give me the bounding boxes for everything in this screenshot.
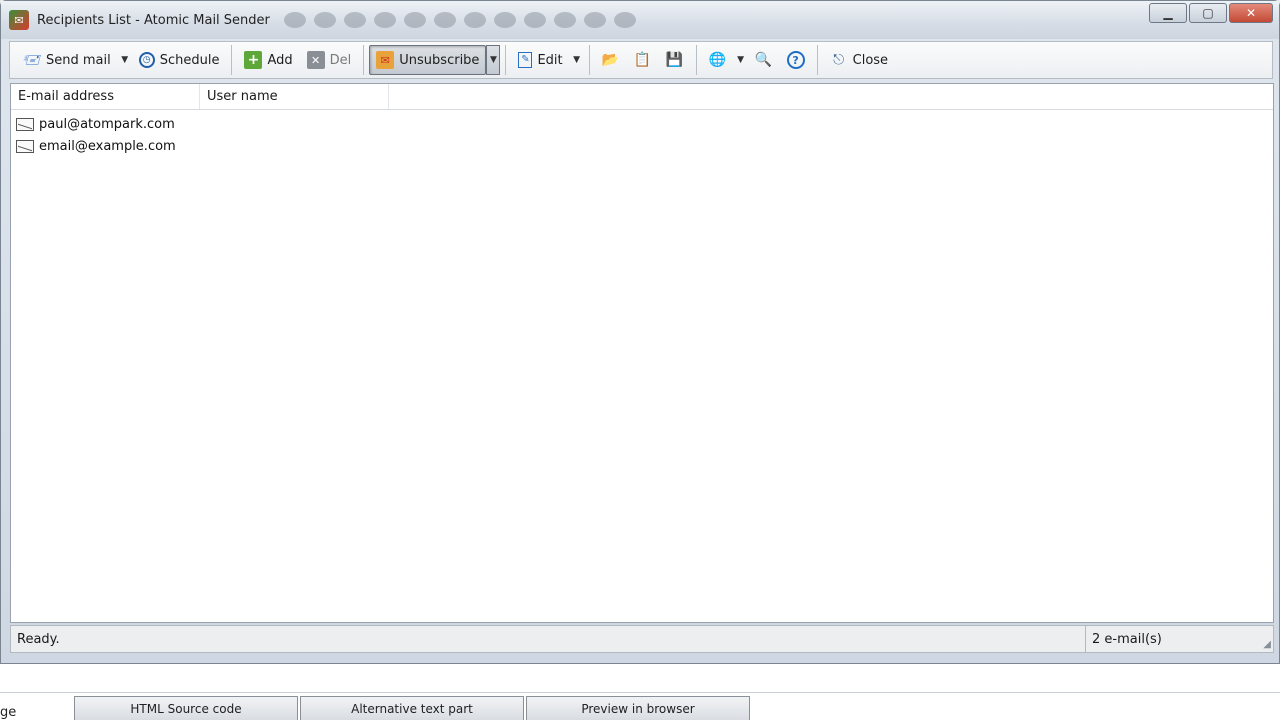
save-button[interactable]: 💾 (659, 45, 691, 75)
edit-button[interactable]: ✎ Edit (511, 45, 569, 75)
chevron-down-icon: ▼ (121, 55, 129, 65)
row-email: paul@atompark.com (39, 116, 175, 132)
column-header-user-name[interactable]: User name (200, 84, 389, 109)
send-mail-button[interactable]: 🖅 Send mail (16, 45, 118, 75)
cut-off-label: ge (0, 705, 17, 720)
status-text: Ready. (17, 631, 60, 647)
unsubscribe-label: Unsubscribe (399, 52, 480, 68)
edit-label: Edit (537, 52, 563, 68)
send-mail-label: Send mail (46, 52, 111, 68)
column-header-email[interactable]: E-mail address (11, 84, 200, 109)
recipients-list[interactable]: E-mail address User name paul@atompark.c… (10, 83, 1274, 623)
paste-button[interactable]: 📋 (627, 45, 659, 75)
delete-icon: ✕ (306, 51, 325, 69)
close-window-button[interactable]: ✕ (1229, 3, 1273, 23)
app-icon: ✉ (9, 10, 29, 30)
send-mail-dropdown[interactable]: ▼ (118, 45, 132, 75)
background-app-area: ge HTML Source code Alternative text par… (0, 664, 1280, 720)
unsubscribe-dropdown[interactable]: ▼ (486, 45, 501, 75)
resize-grip-icon[interactable]: ◢ (1263, 639, 1271, 650)
status-bar: Ready. 2 e-mail(s) ◢ (10, 625, 1274, 653)
open-button[interactable]: 📂 (595, 45, 627, 75)
toolbar: 🖅 Send mail ▼ ◷ Schedule + Add ✕ Del ✉ U… (9, 41, 1273, 79)
row-email: email@example.com (39, 138, 176, 154)
help-button[interactable]: ? (780, 45, 812, 75)
del-label: Del (329, 52, 352, 68)
maximize-button[interactable]: ▢ (1189, 3, 1227, 23)
list-body: paul@atompark.com email@example.com (11, 110, 1273, 157)
search-icon: 🔍 (754, 52, 773, 68)
window-title: Recipients List - Atomic Mail Sender (37, 12, 270, 28)
email-row-icon (16, 139, 34, 153)
chevron-down-icon: ▼ (489, 55, 497, 65)
maximize-icon: ▢ (1202, 6, 1214, 20)
editor-tabs: ge HTML Source code Alternative text par… (0, 696, 752, 720)
globe-icon: 🌐 (708, 52, 727, 68)
recipients-list-window: ✉ Recipients List - Atomic Mail Sender ▁… (0, 0, 1280, 664)
minimize-button[interactable]: ▁ (1149, 3, 1187, 23)
add-icon: + (244, 51, 263, 69)
web-search-dropdown[interactable]: ▼ (734, 45, 748, 75)
toolbar-separator (816, 45, 818, 75)
email-row-icon (16, 117, 34, 131)
schedule-button[interactable]: ◷ Schedule (132, 45, 227, 75)
chevron-down-icon: ▼ (737, 55, 745, 65)
toolbar-separator (231, 45, 233, 75)
toolbar-separator (363, 45, 365, 75)
close-icon: ✕ (1245, 6, 1257, 20)
toolbar-separator (588, 45, 590, 75)
chevron-down-icon: ▼ (573, 55, 581, 65)
unsubscribe-button[interactable]: ✉ Unsubscribe (369, 45, 487, 75)
tab-alternative-text[interactable]: Alternative text part (300, 696, 524, 720)
tab-preview-browser[interactable]: Preview in browser (526, 696, 750, 720)
close-window-icon: ⎋ (833, 52, 845, 68)
edit-icon: ✎ (518, 52, 533, 68)
edit-dropdown[interactable]: ▼ (570, 45, 584, 75)
close-button[interactable]: ⎋ Close (823, 45, 895, 75)
window-controls: ▁ ▢ ✕ (1149, 3, 1273, 23)
divider (0, 692, 1280, 693)
web-search-button[interactable]: 🌐 (702, 45, 734, 75)
title-bar[interactable]: ✉ Recipients List - Atomic Mail Sender ▁… (1, 1, 1279, 39)
find-button[interactable]: 🔍 (748, 45, 780, 75)
email-count: 2 e-mail(s) (1085, 626, 1273, 652)
list-header: E-mail address User name (11, 84, 1273, 110)
add-label: Add (267, 52, 293, 68)
folder-open-icon: 📂 (601, 52, 620, 68)
help-icon: ? (786, 51, 805, 69)
send-mail-icon: 🖅 (23, 52, 41, 68)
tab-html-source[interactable]: HTML Source code (74, 696, 298, 720)
save-icon: 💾 (665, 52, 684, 68)
minimize-icon: ▁ (1163, 6, 1173, 20)
close-label: Close (852, 52, 889, 68)
del-button[interactable]: ✕ Del (300, 45, 359, 75)
list-item[interactable]: email@example.com (11, 135, 1273, 157)
list-item[interactable]: paul@atompark.com (11, 113, 1273, 135)
clock-icon: ◷ (138, 52, 155, 68)
toolbar-separator (505, 45, 507, 75)
schedule-label: Schedule (159, 52, 220, 68)
add-button[interactable]: + Add (237, 45, 299, 75)
clipboard-icon: 📋 (633, 52, 652, 68)
title-bar-obscured-area (283, 12, 636, 28)
unsubscribe-icon: ✉ (376, 51, 395, 69)
toolbar-separator (695, 45, 697, 75)
